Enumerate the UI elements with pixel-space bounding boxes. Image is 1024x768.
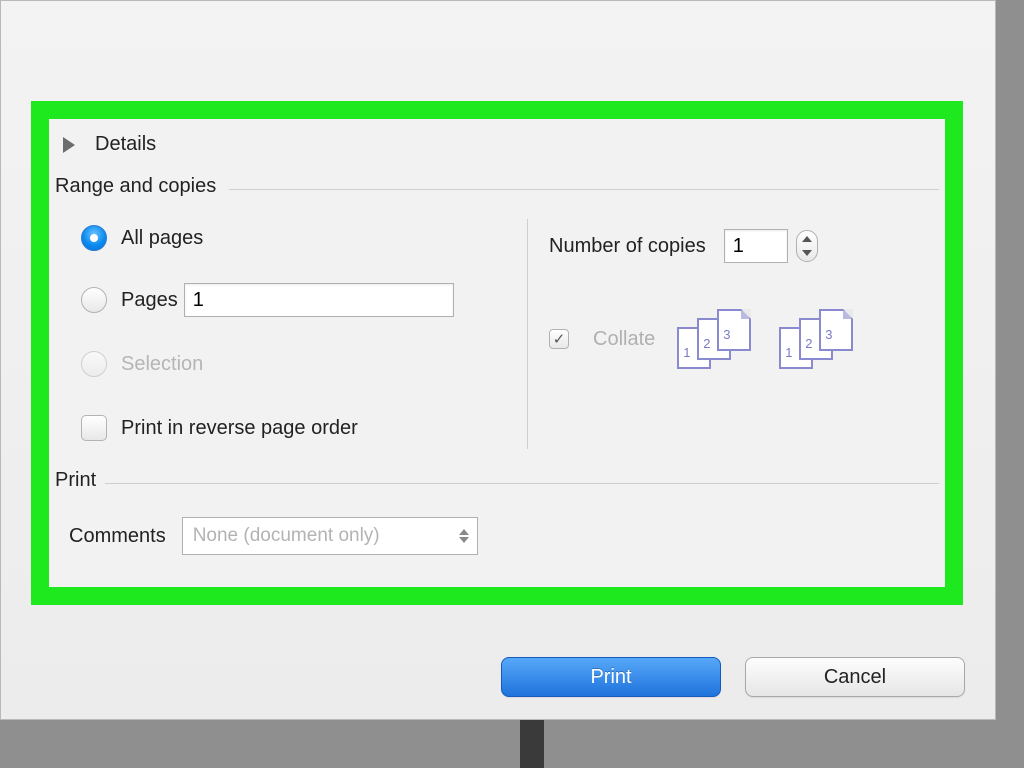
radio-icon — [81, 351, 107, 377]
section-divider — [105, 483, 939, 484]
chevron-up-down-icon — [459, 529, 469, 543]
checkbox-icon — [81, 415, 107, 441]
pages-input[interactable] — [184, 283, 454, 317]
page-icon: 3 — [717, 309, 751, 351]
cancel-button-label: Cancel — [824, 666, 886, 689]
print-button[interactable]: Print — [501, 657, 721, 697]
copies-stepper[interactable] — [796, 230, 818, 262]
dialog-button-bar: Print Cancel — [1, 641, 997, 713]
page-icon: 3 — [819, 309, 853, 351]
checkbox-reverse-order[interactable]: Print in reverse page order — [81, 415, 358, 441]
collate-checkbox[interactable]: ✓ — [549, 329, 569, 349]
copies-label: Number of copies — [549, 235, 706, 258]
radio-icon — [81, 287, 107, 313]
copies-row: Number of copies — [549, 229, 818, 263]
details-disclosure[interactable]: Details — [63, 133, 156, 156]
comments-row: Comments None (document only) — [69, 517, 478, 555]
desktop-background: Details Range and copies All pages Pages… — [0, 0, 1024, 768]
radio-pages[interactable]: Pages — [81, 283, 454, 317]
radio-selection-label: Selection — [121, 353, 203, 376]
dialog-content: Details Range and copies All pages Pages… — [49, 119, 945, 587]
collate-preview-icon: 3 2 1 3 2 1 — [677, 309, 857, 369]
radio-all-pages-label: All pages — [121, 227, 203, 250]
radio-pages-label: Pages — [121, 289, 178, 312]
collate-label: Collate — [593, 328, 655, 351]
cancel-button[interactable]: Cancel — [745, 657, 965, 697]
window-shadow — [520, 720, 544, 768]
radio-selection: Selection — [81, 351, 203, 377]
checkbox-reverse-label: Print in reverse page order — [121, 417, 358, 440]
copies-input[interactable] — [724, 229, 788, 263]
print-section-title: Print — [55, 469, 96, 492]
details-label: Details — [95, 133, 156, 156]
print-dialog: Details Range and copies All pages Pages… — [0, 0, 996, 720]
comments-value: None (document only) — [193, 525, 380, 547]
section-divider — [229, 189, 939, 190]
range-section-title: Range and copies — [55, 175, 216, 198]
print-button-label: Print — [590, 666, 631, 689]
disclosure-triangle-icon — [63, 137, 75, 153]
radio-icon — [81, 225, 107, 251]
radio-all-pages[interactable]: All pages — [81, 225, 203, 251]
page-stack-icon: 3 2 1 — [677, 309, 755, 369]
comments-label: Comments — [69, 525, 166, 548]
comments-dropdown[interactable]: None (document only) — [182, 517, 478, 555]
check-icon: ✓ — [553, 332, 566, 347]
collate-row: ✓ Collate 3 2 1 3 2 1 — [549, 309, 857, 369]
vertical-divider — [527, 219, 528, 449]
page-stack-icon: 3 2 1 — [779, 309, 857, 369]
